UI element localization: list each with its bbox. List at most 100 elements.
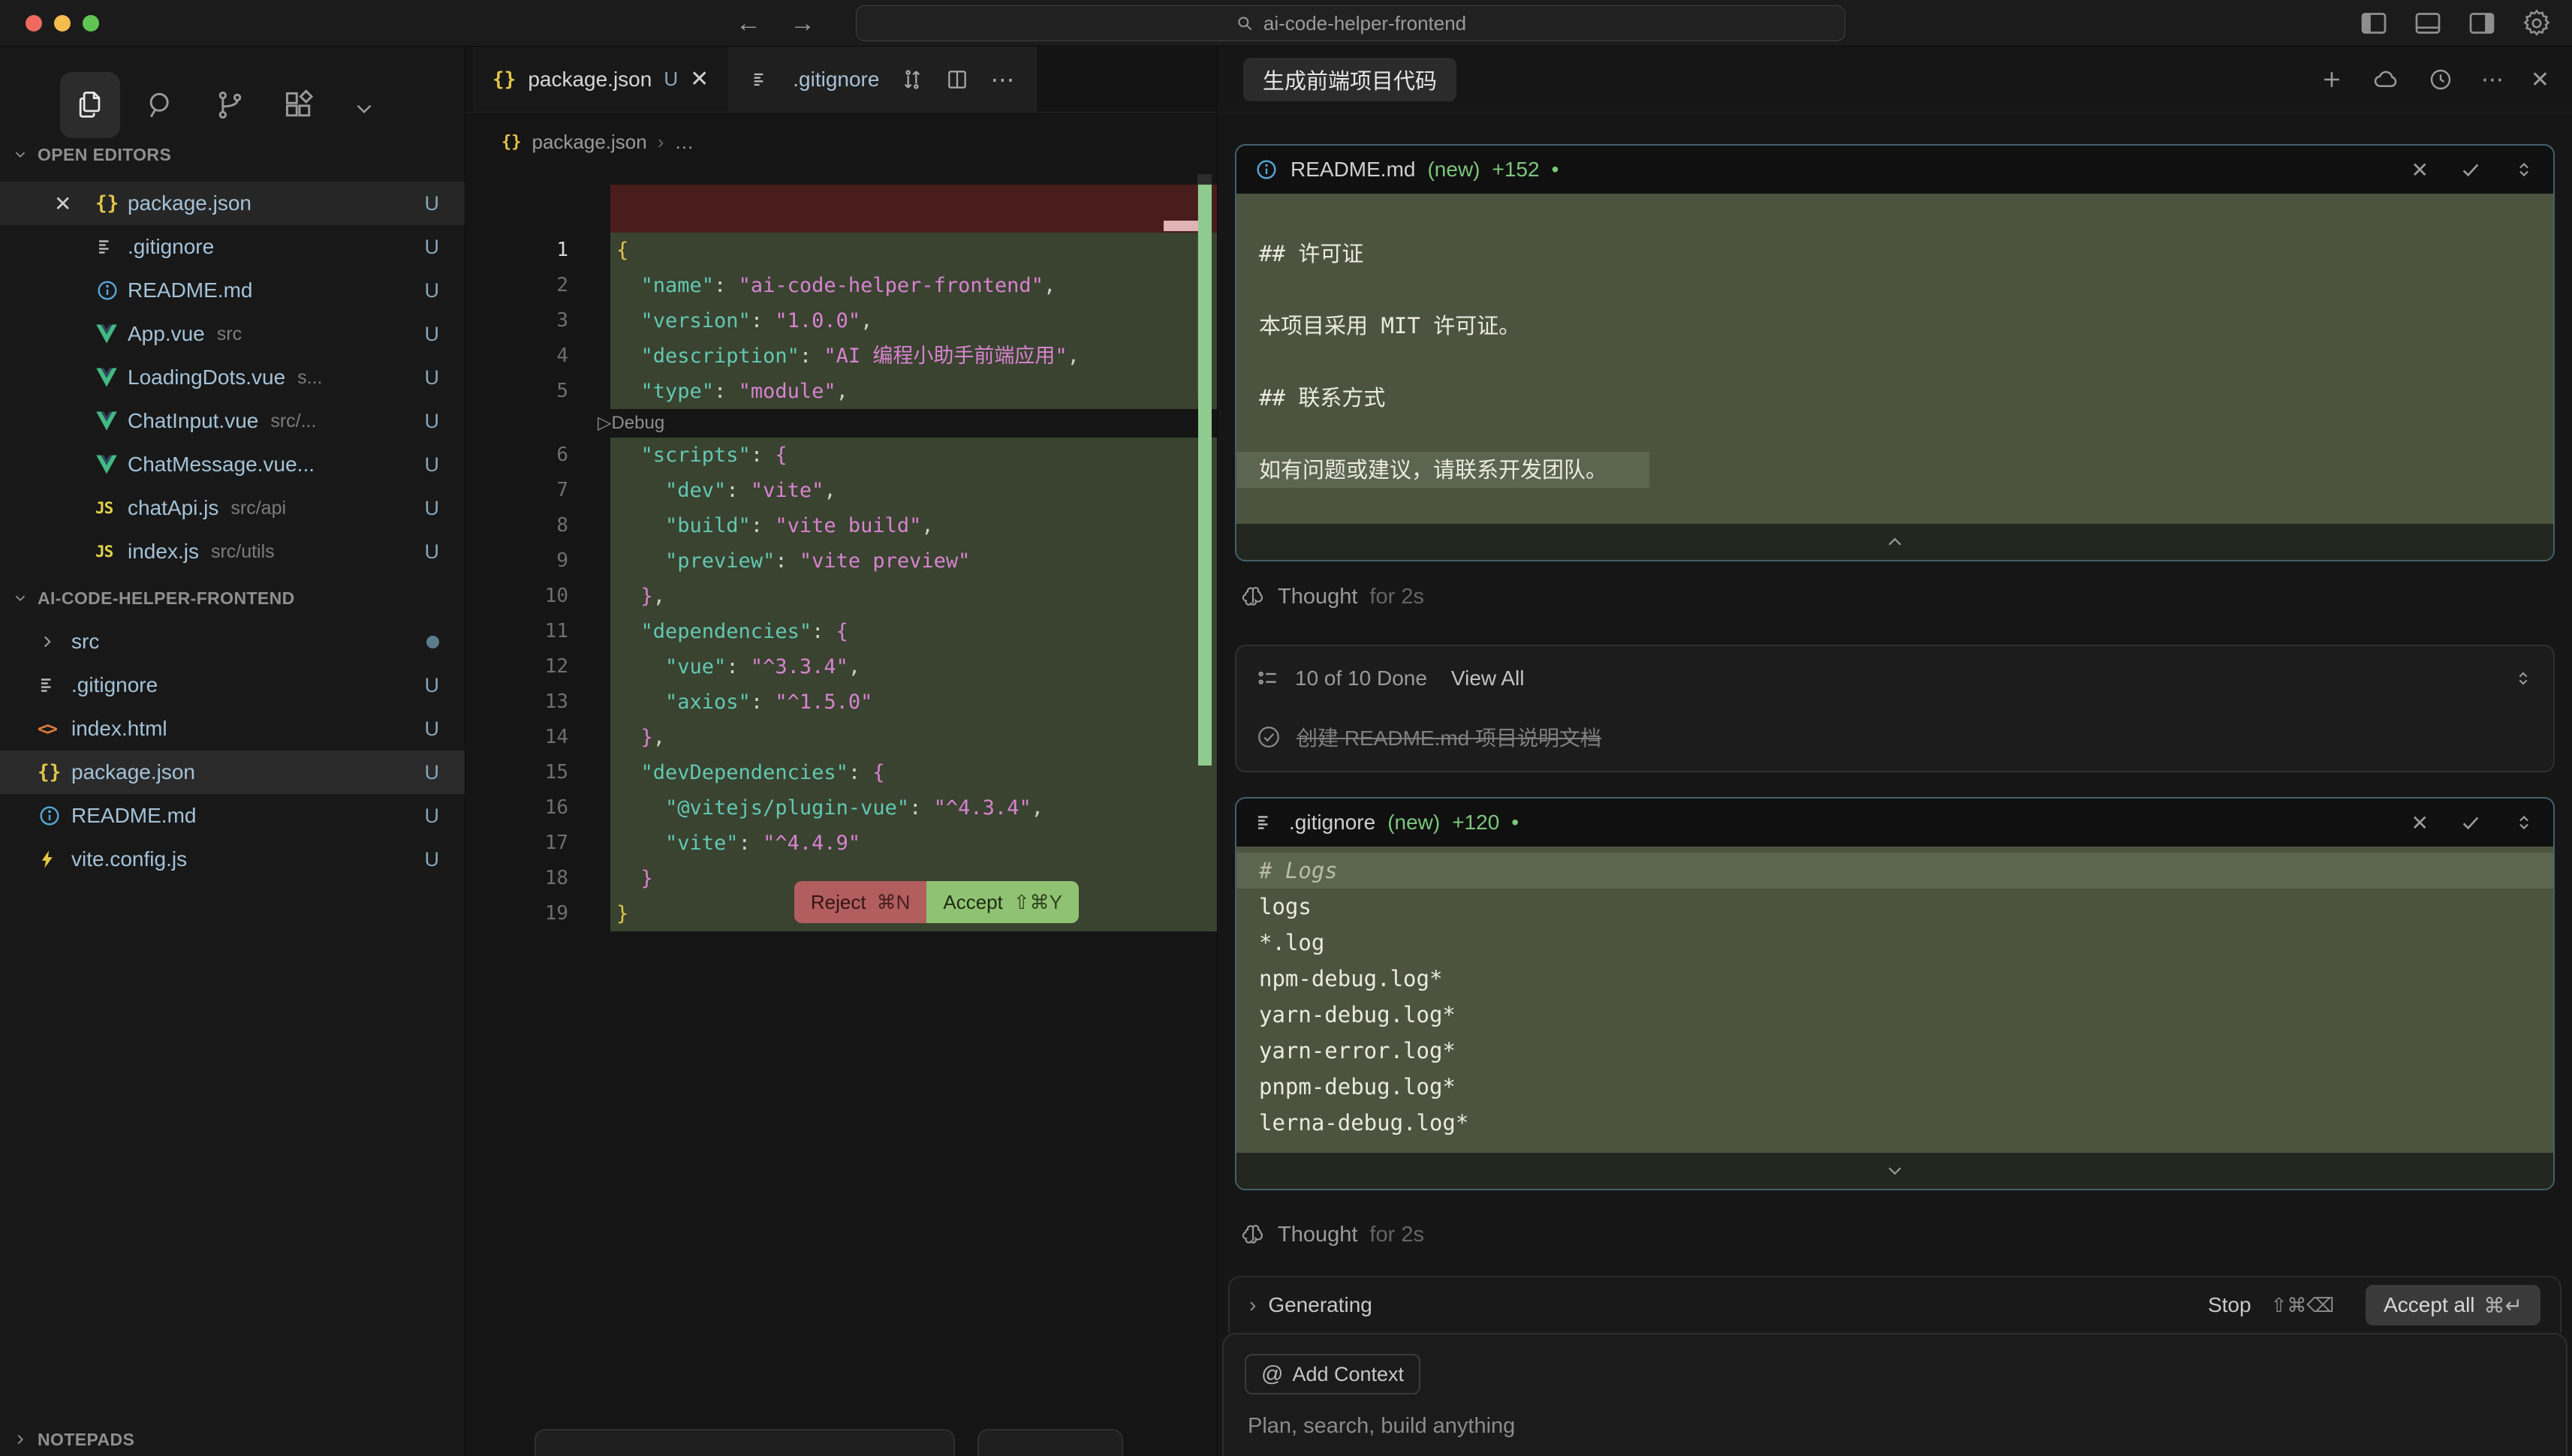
breadcrumb-symbol: … <box>674 131 694 154</box>
todo-item-row[interactable]: 创建 README.md 项目说明文档 <box>1236 711 2553 763</box>
expand-card-icon[interactable] <box>2513 158 2535 181</box>
open-editor-item[interactable]: ChatMessage.vue...U <box>0 443 465 486</box>
reject-file-icon[interactable]: ✕ <box>2411 811 2429 835</box>
expand-generating-icon[interactable]: › <box>1249 1293 1256 1317</box>
chat-close-icon[interactable]: ✕ <box>2531 67 2549 93</box>
command-center[interactable]: ai-code-helper-frontend <box>856 5 1845 41</box>
stop-button[interactable]: Stop <box>2208 1293 2251 1317</box>
tree-item[interactable]: vite.config.jsU <box>0 838 465 881</box>
project-root-header[interactable]: AI-CODE-HELPER-FRONTEND <box>0 576 465 620</box>
todo-expand-icon[interactable] <box>2513 668 2534 689</box>
window-controls <box>26 15 99 32</box>
reject-file-icon[interactable]: ✕ <box>2411 158 2429 182</box>
close-editor-icon[interactable]: ✕ <box>0 191 95 216</box>
accept-file-icon[interactable] <box>2459 158 2483 182</box>
readme-diff-header[interactable]: README.md (new) +152 • ✕ <box>1236 146 2553 194</box>
check-circle-icon <box>1256 724 1281 750</box>
view-all-link[interactable]: View All <box>1451 666 1525 690</box>
tree-item[interactable]: .gitignoreU <box>0 663 465 707</box>
code-line-row: 14 }, <box>465 720 1217 755</box>
diff-line: ## 许可证 <box>1236 236 2553 272</box>
diff-line: ## 联系方式 <box>1236 380 2553 416</box>
open-editors-header[interactable]: OPEN EDITORS <box>0 134 465 176</box>
open-editor-item[interactable]: JSindex.jssrc/utilsU <box>0 530 465 573</box>
code-line: "version": "1.0.0", <box>610 303 1217 338</box>
thought-row[interactable]: Thought for 2s <box>1240 584 1424 609</box>
open-changes-icon[interactable] <box>900 68 924 92</box>
minimize-window-button[interactable] <box>54 15 71 32</box>
reject-button[interactable]: Reject⌘N <box>794 881 926 923</box>
code-line: "vue": "^3.3.4", <box>610 649 1217 684</box>
extensions-icon[interactable] <box>282 89 315 122</box>
code-line-row: 13 "axios": "^1.5.0" <box>465 684 1217 720</box>
untracked-badge: U <box>425 674 440 697</box>
tab-package-json[interactable]: {} package.json U ✕ <box>473 47 728 112</box>
modified-dot-badge <box>426 636 439 648</box>
thought-row[interactable]: Thought for 2s <box>1240 1222 1424 1247</box>
untracked-badge: U <box>425 453 440 477</box>
explorer-icon[interactable] <box>74 89 107 122</box>
open-editor-item[interactable]: README.mdU <box>0 269 465 312</box>
expand-card-button[interactable] <box>1236 1153 2553 1189</box>
untracked-badge: U <box>425 192 440 215</box>
source-control-icon[interactable] <box>213 89 246 122</box>
close-window-button[interactable] <box>26 15 42 32</box>
close-tab-icon[interactable]: ✕ <box>690 66 709 92</box>
toggle-left-panel-icon[interactable] <box>2359 8 2389 38</box>
split-editor-icon[interactable] <box>945 68 969 92</box>
tree-item[interactable]: src <box>0 620 465 663</box>
line-number: 12 <box>465 649 610 684</box>
codelens-debug[interactable]: ▷Debug <box>465 409 1217 438</box>
line-number: 17 <box>465 826 610 861</box>
file-path: src/... <box>270 411 316 432</box>
tree-item[interactable]: <>index.htmlU <box>0 707 465 751</box>
breadcrumb[interactable]: {} package.json › … <box>465 113 1217 171</box>
forward-button[interactable]: → <box>790 9 815 38</box>
more-actions-icon[interactable]: ⋯ <box>990 65 1014 94</box>
collapse-card-button[interactable] <box>1236 524 2553 560</box>
accept-file-icon[interactable] <box>2459 811 2483 835</box>
history-nav: ← → <box>736 0 815 47</box>
toggle-right-panel-icon[interactable] <box>2467 8 2497 38</box>
diff-line: yarn-error.log* <box>1236 1033 2553 1069</box>
toggle-bottom-panel-icon[interactable] <box>2413 8 2443 38</box>
notepads-header[interactable]: NOTEPADS <box>0 1418 465 1456</box>
open-editor-item[interactable]: ChatInput.vuesrc/...U <box>0 399 465 443</box>
gitignore-diff-header[interactable]: .gitignore (new) +120 • ✕ <box>1236 799 2553 847</box>
open-editor-item[interactable]: ✕{}package.jsonU <box>0 182 465 225</box>
diff-line: 本项目采用 MIT 许可证。 <box>1236 308 2553 344</box>
search-view-icon[interactable] <box>144 89 177 122</box>
tree-item[interactable]: {}package.jsonU <box>0 751 465 794</box>
back-button[interactable]: ← <box>736 9 761 38</box>
cloud-icon[interactable] <box>2372 65 2400 94</box>
open-editor-item[interactable]: LoadingDots.vues...U <box>0 356 465 399</box>
chat-tab[interactable]: 生成前端项目代码 <box>1243 58 1456 101</box>
tab-gitignore[interactable]: .gitignore <box>793 68 879 92</box>
open-editor-item[interactable]: .gitignoreU <box>0 225 465 269</box>
untracked-badge: U <box>425 497 440 520</box>
accept-all-button[interactable]: Accept all⌘↵ <box>2366 1285 2540 1325</box>
line-number: 4 <box>465 338 610 374</box>
add-context-button[interactable]: @ Add Context <box>1245 1354 1420 1394</box>
tree-item[interactable]: README.mdU <box>0 794 465 838</box>
diff-line: npm-debug.log* <box>1236 961 2553 997</box>
new-chat-icon[interactable] <box>2319 67 2345 92</box>
open-editor-item[interactable]: App.vuesrcU <box>0 312 465 356</box>
code-editor[interactable]: 1{2 "name": "ai-code-helper-frontend",3 … <box>465 171 1217 931</box>
open-editor-item[interactable]: JSchatApi.jssrc/apiU <box>0 486 465 530</box>
code-line: "scripts": { <box>610 438 1217 473</box>
views-chevron-down-icon[interactable] <box>351 96 377 122</box>
expand-card-icon[interactable] <box>2513 811 2535 834</box>
json-file-icon: {} <box>492 68 516 91</box>
line-number: 5 <box>465 374 610 409</box>
chat-composer[interactable]: @ Add Context Plan, search, build anythi… <box>1222 1333 2567 1456</box>
tab-gitignore-group: .gitignore ⋯ <box>728 47 1037 112</box>
chat-more-icon[interactable]: ⋯ <box>2481 67 2504 93</box>
history-icon[interactable] <box>2427 66 2454 93</box>
zoom-window-button[interactable] <box>83 15 99 32</box>
file-tree: src.gitignoreU<>index.htmlU{}package.jso… <box>0 620 465 881</box>
settings-gear-icon[interactable] <box>2521 8 2552 39</box>
accept-button[interactable]: Accept⇧⌘Y <box>926 881 1079 923</box>
at-icon: @ <box>1261 1362 1283 1387</box>
line-number: 14 <box>465 720 610 755</box>
